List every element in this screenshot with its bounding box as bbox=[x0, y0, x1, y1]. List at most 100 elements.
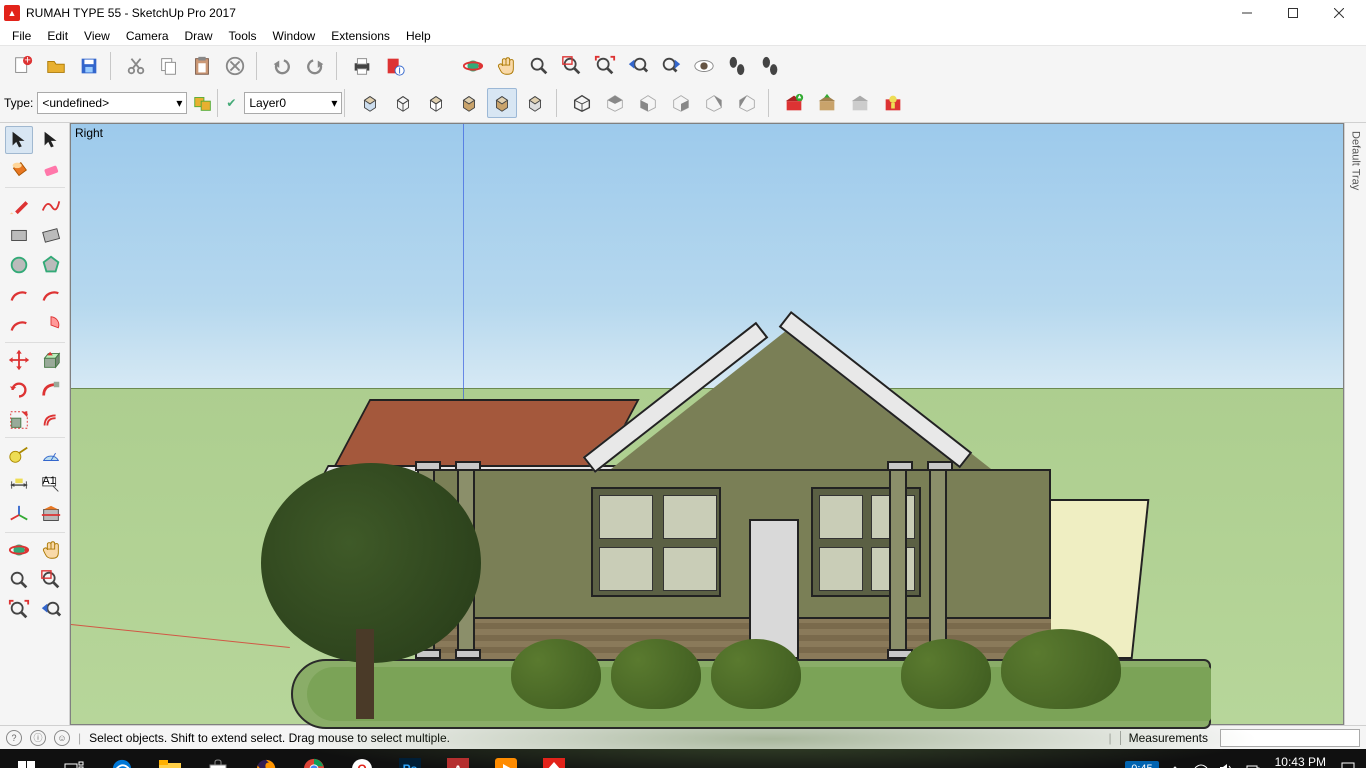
iso-button[interactable] bbox=[567, 88, 597, 118]
wire-button[interactable] bbox=[388, 88, 418, 118]
protractor-tool[interactable] bbox=[37, 441, 65, 469]
sketchup-taskbar-icon[interactable] bbox=[530, 749, 578, 768]
zoom-ext-cam-button[interactable] bbox=[590, 51, 620, 81]
share-button[interactable] bbox=[812, 88, 842, 118]
default-tray-tab[interactable]: Default Tray bbox=[1344, 123, 1366, 725]
menu-file[interactable]: File bbox=[4, 27, 39, 45]
store-icon[interactable] bbox=[194, 749, 242, 768]
rectangle-select-tool[interactable] bbox=[37, 126, 65, 154]
menu-draw[interactable]: Draw bbox=[177, 27, 221, 45]
menu-help[interactable]: Help bbox=[398, 27, 439, 45]
notifications-icon[interactable] bbox=[1336, 749, 1360, 768]
credits-icon[interactable]: ⓘ bbox=[30, 730, 46, 746]
select-tool[interactable] bbox=[5, 126, 33, 154]
back-button[interactable] bbox=[699, 88, 729, 118]
save-button[interactable] bbox=[74, 51, 104, 81]
axes-tool[interactable] bbox=[5, 501, 33, 529]
maximize-button[interactable] bbox=[1270, 0, 1316, 26]
dimension-tool[interactable] bbox=[5, 471, 33, 499]
menu-camera[interactable]: Camera bbox=[118, 27, 177, 45]
viewport[interactable]: Right bbox=[70, 123, 1344, 725]
menu-extensions[interactable]: Extensions bbox=[323, 27, 398, 45]
components-button[interactable] bbox=[845, 88, 875, 118]
pencil-tool[interactable] bbox=[5, 191, 33, 219]
rectangle-tool[interactable] bbox=[5, 221, 33, 249]
eraser-tool[interactable] bbox=[37, 156, 65, 184]
task-view-button[interactable] bbox=[50, 749, 98, 768]
zoom-window-tool[interactable] bbox=[37, 566, 65, 594]
firefox-icon[interactable] bbox=[242, 749, 290, 768]
open-button[interactable] bbox=[41, 51, 71, 81]
signin-icon[interactable]: ☺ bbox=[54, 730, 70, 746]
rect-rot-tool[interactable] bbox=[37, 221, 65, 249]
pan-cam-button[interactable] bbox=[491, 51, 521, 81]
autocad-icon[interactable]: A bbox=[434, 749, 482, 768]
arc-tool[interactable] bbox=[37, 281, 65, 309]
scale-tool[interactable] bbox=[5, 406, 33, 434]
prev-button[interactable] bbox=[623, 51, 653, 81]
undo-button[interactable] bbox=[267, 51, 297, 81]
extensions-button[interactable] bbox=[878, 88, 908, 118]
media-player-icon[interactable] bbox=[482, 749, 530, 768]
zoom-win-cam-button[interactable] bbox=[557, 51, 587, 81]
look-button[interactable] bbox=[689, 51, 719, 81]
xray-button[interactable] bbox=[355, 88, 385, 118]
chrome-icon[interactable] bbox=[290, 749, 338, 768]
circle-tool[interactable] bbox=[5, 251, 33, 279]
left-button[interactable] bbox=[732, 88, 762, 118]
front-button[interactable] bbox=[633, 88, 663, 118]
photoshop-icon[interactable]: Ps bbox=[386, 749, 434, 768]
text-tool[interactable]: A1 bbox=[37, 471, 65, 499]
app-icon[interactable]: Q bbox=[338, 749, 386, 768]
prev-view-tool[interactable] bbox=[37, 596, 65, 624]
tape-tool[interactable] bbox=[5, 441, 33, 469]
shaded-button[interactable] bbox=[454, 88, 484, 118]
menu-window[interactable]: Window bbox=[265, 27, 324, 45]
orbit-tool[interactable] bbox=[5, 536, 33, 564]
zoom-cam-button[interactable] bbox=[524, 51, 554, 81]
move-tool[interactable] bbox=[5, 346, 33, 374]
arc-2pt-tool[interactable] bbox=[5, 281, 33, 309]
paint-all-same-icon[interactable] bbox=[191, 91, 215, 115]
delete-button[interactable] bbox=[220, 51, 250, 81]
zoom-extents-tool[interactable] bbox=[5, 596, 33, 624]
redo-button[interactable] bbox=[300, 51, 330, 81]
house-model[interactable] bbox=[301, 259, 1071, 659]
start-button[interactable] bbox=[2, 749, 50, 768]
right-button[interactable] bbox=[666, 88, 696, 118]
layer-visible-icon[interactable]: ✔ bbox=[224, 96, 238, 110]
offset-tool[interactable] bbox=[37, 406, 65, 434]
polygon-tool[interactable] bbox=[37, 251, 65, 279]
rotate-tool[interactable] bbox=[5, 376, 33, 404]
edge-icon[interactable] bbox=[98, 749, 146, 768]
section-tool[interactable] bbox=[37, 501, 65, 529]
walk-button[interactable] bbox=[722, 51, 752, 81]
pushpull-tool[interactable] bbox=[37, 346, 65, 374]
paste-button[interactable] bbox=[187, 51, 217, 81]
pan-tool[interactable] bbox=[37, 536, 65, 564]
print-button[interactable] bbox=[347, 51, 377, 81]
orbit-cam-button[interactable] bbox=[458, 51, 488, 81]
pie-tool[interactable] bbox=[37, 311, 65, 339]
close-button[interactable] bbox=[1316, 0, 1362, 26]
warehouse-button[interactable] bbox=[779, 88, 809, 118]
clock[interactable]: 10:43 PM 8/6/2019 bbox=[1267, 756, 1334, 768]
model-info-button[interactable]: i bbox=[380, 51, 410, 81]
mono-button[interactable] bbox=[520, 88, 550, 118]
geolocation-icon[interactable]: ? bbox=[6, 730, 22, 746]
arc-3pt-tool[interactable] bbox=[5, 311, 33, 339]
menu-tools[interactable]: Tools bbox=[221, 27, 265, 45]
hidden-button[interactable] bbox=[421, 88, 451, 118]
top-button[interactable] bbox=[600, 88, 630, 118]
copy-button[interactable] bbox=[154, 51, 184, 81]
shaded-tex-button[interactable] bbox=[487, 88, 517, 118]
position-button[interactable] bbox=[755, 51, 785, 81]
explorer-icon[interactable] bbox=[146, 749, 194, 768]
bucket-tool[interactable] bbox=[5, 156, 33, 184]
zoom-tool[interactable] bbox=[5, 566, 33, 594]
cut-button[interactable] bbox=[121, 51, 151, 81]
layer-dropdown[interactable]: Layer0 ▾ bbox=[244, 92, 342, 114]
followme-tool[interactable] bbox=[37, 376, 65, 404]
type-dropdown[interactable]: <undefined> ▾ bbox=[37, 92, 187, 114]
menu-edit[interactable]: Edit bbox=[39, 27, 76, 45]
